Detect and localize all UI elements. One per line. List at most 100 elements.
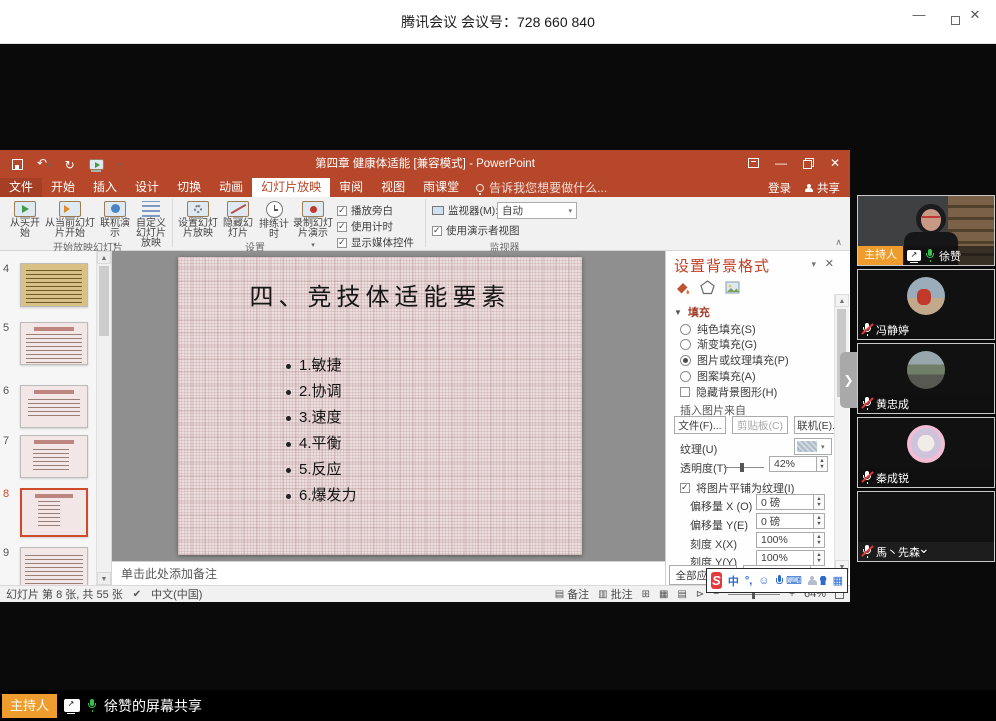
- tab-review[interactable]: 审阅: [330, 178, 372, 197]
- share-button[interactable]: 共享: [805, 180, 840, 196]
- shape-pentagon-icon[interactable]: [699, 279, 716, 299]
- from-current-slide-button[interactable]: 从当前幻灯片开始: [44, 201, 96, 239]
- offset-y-spinner[interactable]: 0 磅 ▲▼: [756, 513, 825, 529]
- hide-background-checkbox[interactable]: 隐藏背景图形(H): [680, 384, 777, 400]
- notes-pane[interactable]: 单击此处添加备注: [112, 561, 665, 585]
- presenter-view-checkbox[interactable]: 使用演示者视图: [432, 223, 520, 238]
- offset-x-label: 偏移量 X (O): [690, 498, 752, 514]
- spellcheck-icon[interactable]: ✔: [133, 589, 141, 600]
- show-media-controls-checkbox[interactable]: 显示媒体控件: [337, 235, 414, 250]
- picture-fill-radio[interactable]: 图片或纹理填充(P): [680, 352, 789, 368]
- slide-thumbnail[interactable]: [20, 547, 88, 585]
- hide-slide-button[interactable]: 隐藏幻灯片: [221, 201, 255, 239]
- account-icon[interactable]: [808, 576, 814, 586]
- tab-home[interactable]: 开始: [42, 178, 84, 197]
- checkbox-icon: [337, 206, 347, 216]
- slide-canvas[interactable]: 四、竞技体适能要素 1.敏捷 2.协调 3.速度 4.平衡 5.反应 6.爆发力: [178, 257, 582, 555]
- participant-name: 秦成锐: [876, 470, 909, 486]
- slide-thumbnail[interactable]: [20, 263, 88, 307]
- zoom-slider[interactable]: [728, 594, 780, 595]
- transparency-spinner[interactable]: 42% ▲▼: [769, 456, 828, 472]
- panel-title: 设置背景格式: [674, 255, 770, 276]
- format-background-panel: 设置背景格式 ▾ ✕ ▼ 填充 纯色填充(S) 渐变填充(G): [665, 251, 850, 585]
- tab-design[interactable]: 设计: [126, 178, 168, 197]
- tab-yuketang[interactable]: 雨课堂: [414, 178, 468, 197]
- comments-toggle[interactable]: ▥批注: [598, 586, 632, 602]
- ime-mode-button[interactable]: 中: [728, 573, 739, 589]
- solid-fill-radio[interactable]: 纯色填充(S): [680, 321, 756, 337]
- panel-close-icon[interactable]: ✕: [825, 257, 834, 270]
- toolbox-icon[interactable]: ▦: [833, 574, 843, 587]
- setup-slideshow-button[interactable]: 设置幻灯片放映: [176, 201, 220, 239]
- scrollbar-thumb[interactable]: [99, 266, 109, 336]
- thumbnail-scrollbar[interactable]: ▲ ▼: [96, 251, 111, 585]
- meeting-maximize-button[interactable]: [951, 16, 960, 25]
- normal-view-icon[interactable]: ⊞: [642, 589, 650, 600]
- video-tile[interactable]: 秦成锐: [857, 417, 995, 488]
- checkbox-icon: [680, 387, 690, 397]
- slide-thumbnail[interactable]: [20, 435, 88, 478]
- tab-file[interactable]: 文件: [0, 178, 42, 197]
- ribbon-display-options-icon[interactable]: [748, 158, 759, 168]
- meeting-minimize-button[interactable]: —: [904, 0, 934, 30]
- video-tile[interactable]: 冯静婷: [857, 269, 995, 340]
- panel-menu-icon[interactable]: ▾: [811, 259, 816, 270]
- meeting-close-button[interactable]: ✕: [960, 0, 990, 30]
- gradient-fill-radio[interactable]: 渐变填充(G): [680, 336, 757, 352]
- monitor-dropdown[interactable]: 自动▾: [497, 202, 577, 219]
- tab-transitions[interactable]: 切换: [168, 178, 210, 197]
- ppt-minimize-button[interactable]: —: [775, 156, 787, 170]
- panel-scrollbar[interactable]: ▲ ▼: [834, 294, 849, 581]
- emoji-icon[interactable]: ☺: [758, 575, 769, 587]
- tab-slideshow[interactable]: 幻灯片放映: [252, 178, 330, 197]
- participant-name: 徐赞: [939, 248, 961, 264]
- scale-x-spinner[interactable]: 100% ▲▼: [756, 532, 825, 548]
- voice-input-icon[interactable]: [776, 575, 780, 587]
- radio-selected-icon: [680, 355, 691, 366]
- slide-sorter-icon[interactable]: ▦: [659, 589, 668, 600]
- ppt-restore-button[interactable]: [803, 158, 814, 169]
- offset-x-spinner[interactable]: 0 磅 ▲▼: [756, 494, 825, 510]
- slideshow-view-icon[interactable]: ⊳: [696, 589, 704, 600]
- monitor-icon: [432, 206, 444, 215]
- from-beginning-button[interactable]: 从头开始: [6, 201, 44, 239]
- scale-y-spinner[interactable]: 100% ▲▼: [756, 550, 825, 566]
- slide-thumbnail-pane: 4 5 6 7 8 9: [0, 251, 112, 585]
- play-narrations-checkbox[interactable]: 播放旁白: [337, 203, 393, 218]
- reading-view-icon[interactable]: ▤: [677, 589, 686, 600]
- texture-picker-button[interactable]: ▾: [794, 438, 832, 455]
- transparency-slider[interactable]: [724, 467, 764, 468]
- radio-icon: [680, 339, 691, 350]
- video-panel-collapse-tab[interactable]: ❯: [840, 352, 857, 408]
- tab-animations[interactable]: 动画: [210, 178, 252, 197]
- keyboard-icon[interactable]: ⌨: [786, 574, 802, 587]
- slide-thumbnail[interactable]: [20, 385, 88, 428]
- collapse-ribbon-icon[interactable]: ∧: [835, 237, 842, 248]
- fill-section-header[interactable]: ▼ 填充: [674, 304, 710, 320]
- use-timings-checkbox[interactable]: 使用计时: [337, 219, 393, 234]
- tab-insert[interactable]: 插入: [84, 178, 126, 197]
- screen-share-icon: [907, 250, 921, 261]
- tell-me-box[interactable]: 告诉我您想要做什么...: [468, 178, 615, 197]
- picture-icon[interactable]: [724, 279, 741, 299]
- file-button[interactable]: 文件(F)...: [674, 416, 726, 434]
- notes-toggle[interactable]: ▤备注: [555, 586, 589, 602]
- ppt-close-button[interactable]: ✕: [830, 156, 840, 170]
- language-status[interactable]: 中文(中国): [151, 586, 202, 602]
- rehearse-timings-button[interactable]: 排练计时: [256, 201, 292, 240]
- pattern-fill-radio[interactable]: 图案填充(A): [680, 368, 756, 384]
- video-tile-host[interactable]: 主持人 徐赞: [857, 195, 995, 266]
- sogou-logo[interactable]: S: [711, 572, 722, 589]
- chevron-down-icon[interactable]: ⌄: [918, 540, 930, 557]
- sign-in-button[interactable]: 登录: [768, 180, 791, 196]
- slide-thumbnail[interactable]: [20, 322, 88, 365]
- fill-bucket-icon[interactable]: [674, 279, 691, 299]
- spinner-arrows[interactable]: ▲▼: [817, 456, 828, 472]
- ime-punctuation-button[interactable]: °,: [745, 575, 752, 587]
- clipboard-button[interactable]: 剪贴板(C): [732, 416, 788, 434]
- slide-thumbnail-selected[interactable]: [20, 488, 88, 537]
- tab-view[interactable]: 视图: [372, 178, 414, 197]
- monitor-globe-icon: [104, 201, 126, 217]
- video-tile[interactable]: 黄忠成: [857, 343, 995, 414]
- skin-icon[interactable]: [820, 576, 827, 585]
